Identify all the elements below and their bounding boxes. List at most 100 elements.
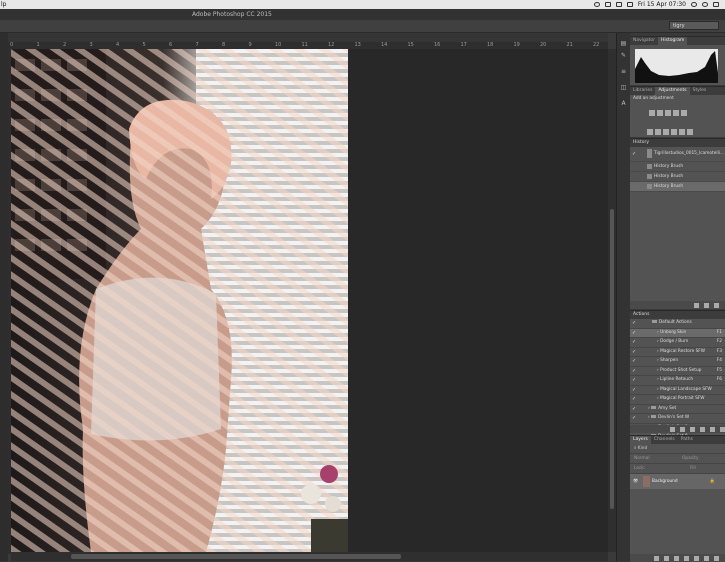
horizontal-scrollbar[interactable]: [11, 552, 608, 561]
group-icon[interactable]: [694, 555, 699, 561]
trash-icon[interactable]: [714, 302, 719, 308]
vertical-scrollbar[interactable]: [608, 49, 616, 552]
check-icon[interactable]: ✓: [632, 367, 636, 376]
history-item-selected[interactable]: History Brush: [630, 182, 725, 192]
check-icon[interactable]: ✓: [632, 414, 636, 423]
color-balance-icon[interactable]: [655, 129, 661, 135]
action-set[interactable]: ✓ › Amy Set: [630, 405, 725, 414]
levels-icon[interactable]: [657, 110, 663, 116]
action-key: F6: [716, 377, 722, 382]
mask-icon[interactable]: [674, 555, 679, 561]
actions-footer: [630, 425, 725, 433]
check-icon[interactable]: ✓: [632, 329, 636, 338]
layer-thumbnail: [643, 476, 650, 487]
tab-navigator[interactable]: Navigator: [630, 37, 658, 45]
curves-icon[interactable]: [665, 110, 671, 116]
trash-icon[interactable]: [714, 555, 719, 561]
action-set[interactable]: ✓ › Devlin's Set W: [630, 414, 725, 424]
blend-mode-select[interactable]: Normal: [634, 456, 650, 461]
app-menu[interactable]: lp: [1, 0, 6, 9]
trash-icon[interactable]: [720, 426, 725, 432]
check-icon[interactable]: ✓: [632, 386, 636, 395]
snapshot-thumbnail: [647, 149, 652, 158]
tab-styles[interactable]: Styles: [690, 87, 710, 95]
action-item[interactable]: ✓ › Product Shot Setup F5: [630, 367, 725, 376]
brush-icon[interactable]: ✎: [620, 53, 627, 59]
check-icon[interactable]: ✓: [632, 338, 636, 347]
play-icon[interactable]: [690, 426, 695, 432]
link-icon[interactable]: [654, 555, 659, 561]
check-icon[interactable]: ✓: [632, 357, 636, 366]
action-label: Sharpen: [660, 358, 679, 363]
search-icon[interactable]: [702, 2, 708, 7]
action-item[interactable]: ✓ › Magical Portrait SFW: [630, 395, 725, 405]
check-icon[interactable]: ✓: [632, 395, 636, 404]
ruler-tick: 17: [460, 42, 467, 48]
histogram-tabs: Navigator Histogram: [630, 37, 725, 45]
history-icon[interactable]: ▤: [620, 41, 627, 47]
properties-icon[interactable]: ◫: [620, 85, 627, 91]
action-item[interactable]: ✓ › Sharpen F4: [630, 357, 725, 367]
action-set-label: Amy Set: [658, 405, 677, 411]
action-item[interactable]: ✓ › Magical Landscape SFW: [630, 386, 725, 395]
list-icon[interactable]: [713, 2, 719, 7]
action-item[interactable]: ✓ › Unborg Skin F1: [630, 328, 725, 338]
lookup-icon[interactable]: [687, 129, 693, 135]
eye-icon[interactable]: 👁: [633, 474, 638, 489]
check-icon[interactable]: ✓: [632, 405, 636, 414]
actions-title: Actions: [630, 311, 725, 319]
brightness-icon[interactable]: [649, 110, 655, 116]
photo-filter-icon[interactable]: [671, 129, 677, 135]
vibrance-icon[interactable]: [681, 110, 687, 116]
bw-icon[interactable]: [663, 129, 669, 135]
battery-icon[interactable]: [626, 2, 633, 7]
character-icon[interactable]: A: [620, 101, 627, 107]
ruler-tick: 9: [248, 42, 252, 48]
scroll-thumb[interactable]: [610, 209, 614, 509]
action-set-default[interactable]: ✓ Default Actions: [630, 319, 725, 329]
check-icon[interactable]: ✓: [632, 376, 636, 385]
history-item[interactable]: History Brush: [630, 172, 725, 182]
fx-icon[interactable]: [664, 555, 669, 561]
new-set-icon[interactable]: [700, 426, 705, 432]
tab-histogram[interactable]: Histogram: [658, 37, 688, 45]
exposure-icon[interactable]: [673, 110, 679, 116]
history-item[interactable]: History Brush: [630, 162, 725, 172]
tab-libraries[interactable]: Libraries: [630, 87, 655, 95]
camera-icon[interactable]: [704, 302, 709, 308]
wifi-icon[interactable]: [604, 2, 611, 7]
action-item[interactable]: ✓ › Magical Restore SFW F3: [630, 348, 725, 357]
adjustment-layer-icon[interactable]: [684, 555, 689, 561]
action-item[interactable]: ✓ › Lipline Retouch F6: [630, 376, 725, 386]
stop-icon[interactable]: [670, 426, 675, 432]
new-layer-icon[interactable]: [704, 555, 709, 561]
history-snapshot[interactable]: ✓ Tigrillostudios_0015_lcamotelli...: [630, 147, 725, 162]
layer-row-background[interactable]: 👁 Background 🔒: [630, 474, 725, 489]
ruler-tick: 18: [487, 42, 494, 48]
tab-layers[interactable]: Layers: [630, 436, 651, 444]
check-icon[interactable]: ✓: [632, 319, 636, 328]
new-document-icon[interactable]: [694, 302, 699, 308]
actions-panel: Actions ✓ Default Actions ✓ › Unborg Skin F…: [630, 310, 725, 443]
dropbox-icon[interactable]: [593, 2, 600, 7]
volume-icon[interactable]: [615, 2, 622, 7]
action-item[interactable]: ✓ › Dodge / Burn F2: [630, 338, 725, 348]
tab-paths[interactable]: Paths: [678, 436, 696, 444]
scroll-thumb[interactable]: [71, 554, 401, 559]
new-action-icon[interactable]: [710, 426, 715, 432]
adjust-icon[interactable]: ≡: [620, 69, 627, 75]
tab-adjustments[interactable]: Adjustments: [655, 87, 690, 95]
history-item-label: History Brush: [654, 174, 684, 179]
workspace-select[interactable]: tlgry: [669, 21, 719, 30]
folder-icon: [652, 320, 657, 323]
check-icon[interactable]: ✓: [632, 348, 636, 357]
document-photo[interactable]: [11, 49, 348, 552]
tab-channels[interactable]: Channels: [651, 436, 678, 444]
kind-select[interactable]: Kind: [638, 446, 647, 451]
record-icon[interactable]: [680, 426, 685, 432]
channel-mixer-icon[interactable]: [679, 129, 685, 135]
ruler-tick: 21: [566, 42, 573, 48]
user-icon[interactable]: [691, 2, 697, 7]
clock[interactable]: Fri 15 Apr 07:30: [638, 0, 686, 9]
hue-icon[interactable]: [647, 129, 653, 135]
